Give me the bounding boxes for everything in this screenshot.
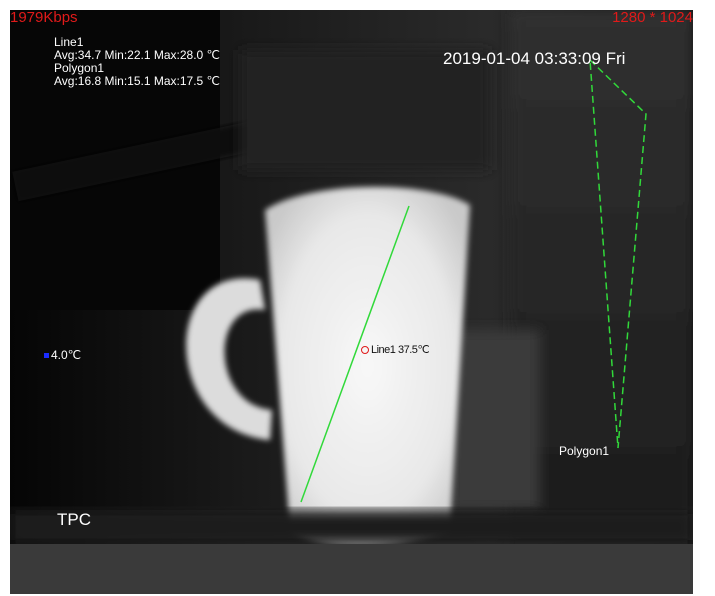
line1-label-text: Line1 37.5℃ [371, 344, 430, 356]
video-viewer: 1979Kbps 1280 * 1024 Line1 Avg:34.7 Min:… [10, 10, 693, 594]
datetime-osd: 2019-01-04 03:33:09 Fri [443, 49, 626, 68]
measurement-rules-overlay [300, 58, 647, 503]
bitrate-readout: 1979Kbps [10, 10, 78, 26]
rule-stats: Avg:16.8 Min:15.1 Max:17.5 ℃ [54, 74, 221, 88]
thermal-video-feed[interactable]: 1979Kbps 1280 * 1024 Line1 Avg:34.7 Min:… [10, 10, 693, 544]
polygon1-rule[interactable] [589, 58, 647, 449]
resolution-readout: 1280 * 1024 [612, 10, 693, 26]
rule-stats-panel: Line1 Avg:34.7 Min:22.1 Max:28.0 ℃ Polyg… [54, 36, 220, 88]
cold-spot-icon [44, 353, 49, 359]
line1-label: Line1 37.5℃ [361, 344, 430, 357]
channel-label: TPC [57, 510, 91, 529]
cold-spot-temp: 4.0℃ [51, 348, 82, 362]
line-max-point-icon [361, 346, 369, 355]
polygon1-label: Polygon1 [559, 444, 610, 458]
cold-spot-marker: 4.0℃ [44, 348, 81, 362]
player-status-bar [10, 544, 693, 594]
